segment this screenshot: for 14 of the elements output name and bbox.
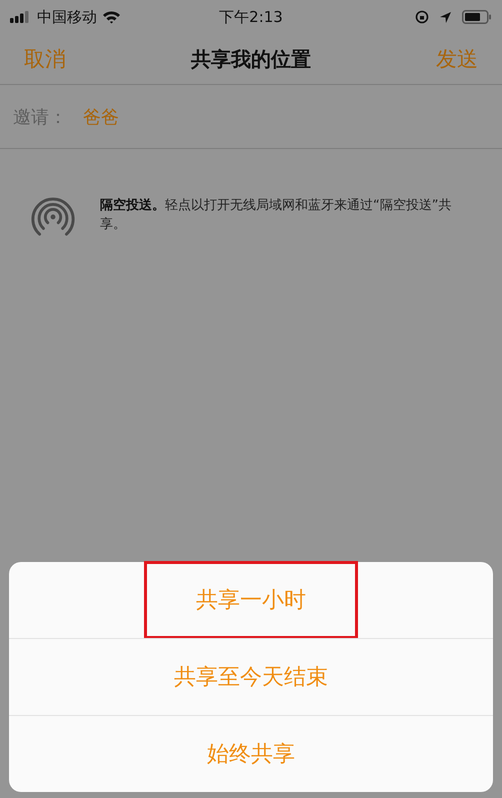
location-arrow-icon [439, 10, 452, 24]
recipient-name[interactable]: 爸爸 [83, 104, 119, 128]
carrier-name: 中国移动 [37, 8, 97, 26]
share-option[interactable]: 共享一小时 [147, 564, 355, 636]
battery-icon [462, 10, 492, 24]
screen-title: 共享我的位置 [191, 46, 311, 72]
cancel-button[interactable]: 取消 [24, 45, 191, 73]
wifi-icon [102, 10, 121, 24]
rotation-lock-icon [415, 10, 430, 24]
share-option[interactable]: 始终共享 [183, 727, 319, 781]
airdrop-description: 隔空投送。轻点以打开无线局域网和蓝牙来通过“隔空投送”共享。 [100, 196, 453, 234]
send-button[interactable]: 发送 [311, 45, 478, 73]
status-time: 下午2:13 [219, 8, 283, 26]
share-option[interactable]: 共享至今天结束 [150, 650, 352, 704]
